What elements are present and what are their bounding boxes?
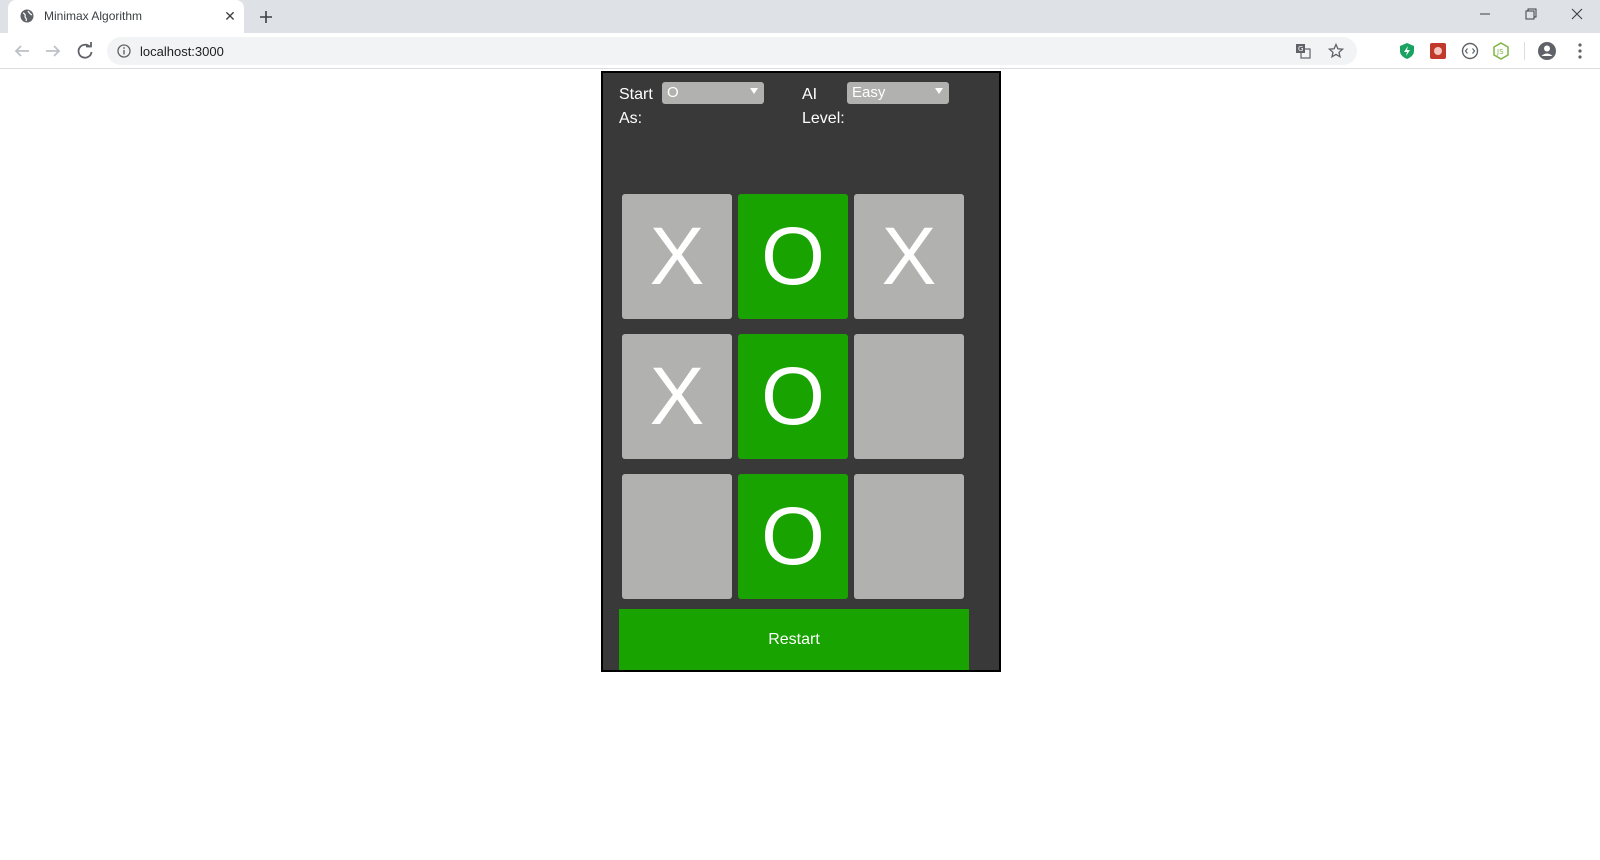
address-bar[interactable]: localhost:3000 G [107, 37, 1357, 65]
new-tab-icon[interactable] [256, 7, 276, 27]
close-window-icon[interactable] [1554, 0, 1600, 30]
info-icon[interactable] [117, 44, 131, 58]
profile-avatar-icon[interactable] [1537, 41, 1557, 61]
board-cell[interactable] [622, 474, 732, 599]
ai-level-select[interactable]: Easy [847, 82, 949, 104]
board-cell[interactable]: X [622, 334, 732, 459]
game-panel: Start As: O AI Level: Easy X O X X O O R… [601, 71, 1001, 672]
ai-level-label: AI Level: [802, 83, 845, 131]
bookmark-star-icon[interactable] [1328, 43, 1344, 59]
dropdown-arrow-icon [750, 88, 758, 94]
board-cell[interactable]: X [854, 194, 964, 319]
ai-level-label-line2: Level: [802, 110, 845, 127]
game-board: X O X X O O [622, 194, 964, 599]
board-cell[interactable] [854, 334, 964, 459]
minimize-icon[interactable] [1462, 0, 1508, 30]
svg-text:G: G [1298, 45, 1303, 53]
reload-icon[interactable] [73, 39, 97, 63]
toolbar-divider [1524, 42, 1525, 60]
browser-toolbar: localhost:3000 G JS [0, 33, 1600, 69]
ai-level-label-line1: AI [802, 86, 818, 103]
shield-extension-icon[interactable] [1398, 42, 1416, 60]
translate-icon[interactable]: G [1295, 43, 1311, 59]
restart-button[interactable]: Restart [619, 609, 969, 670]
kebab-menu-icon[interactable] [1572, 41, 1588, 61]
start-as-label-line2: As: [619, 110, 643, 127]
svg-text:JS: JS [1496, 48, 1504, 56]
board-cell[interactable]: X [622, 194, 732, 319]
tab-title: Minimax Algorithm [44, 9, 143, 23]
start-as-label-line1: Start [619, 86, 653, 103]
back-arrow-icon[interactable] [10, 39, 34, 63]
tab-strip: Minimax Algorithm ✕ [0, 0, 1600, 33]
close-tab-icon[interactable]: ✕ [222, 8, 238, 24]
dropdown-arrow-icon [935, 88, 943, 94]
code-extension-icon[interactable] [1461, 42, 1479, 60]
board-cell[interactable]: O [738, 334, 848, 459]
start-as-label: Start As: [619, 83, 653, 131]
red-extension-icon[interactable] [1429, 42, 1447, 60]
url-text: localhost:3000 [140, 44, 224, 59]
start-as-value: O [667, 84, 679, 101]
restore-icon[interactable] [1508, 0, 1554, 30]
browser-tab[interactable]: Minimax Algorithm ✕ [8, 0, 244, 33]
start-as-select[interactable]: O [662, 82, 764, 104]
forward-arrow-icon[interactable] [41, 39, 65, 63]
ai-level-value: Easy [852, 84, 886, 101]
board-cell[interactable]: O [738, 194, 848, 319]
globe-icon [20, 9, 34, 23]
board-cell[interactable]: O [738, 474, 848, 599]
board-cell[interactable] [854, 474, 964, 599]
nodejs-extension-icon[interactable]: JS [1492, 42, 1510, 60]
